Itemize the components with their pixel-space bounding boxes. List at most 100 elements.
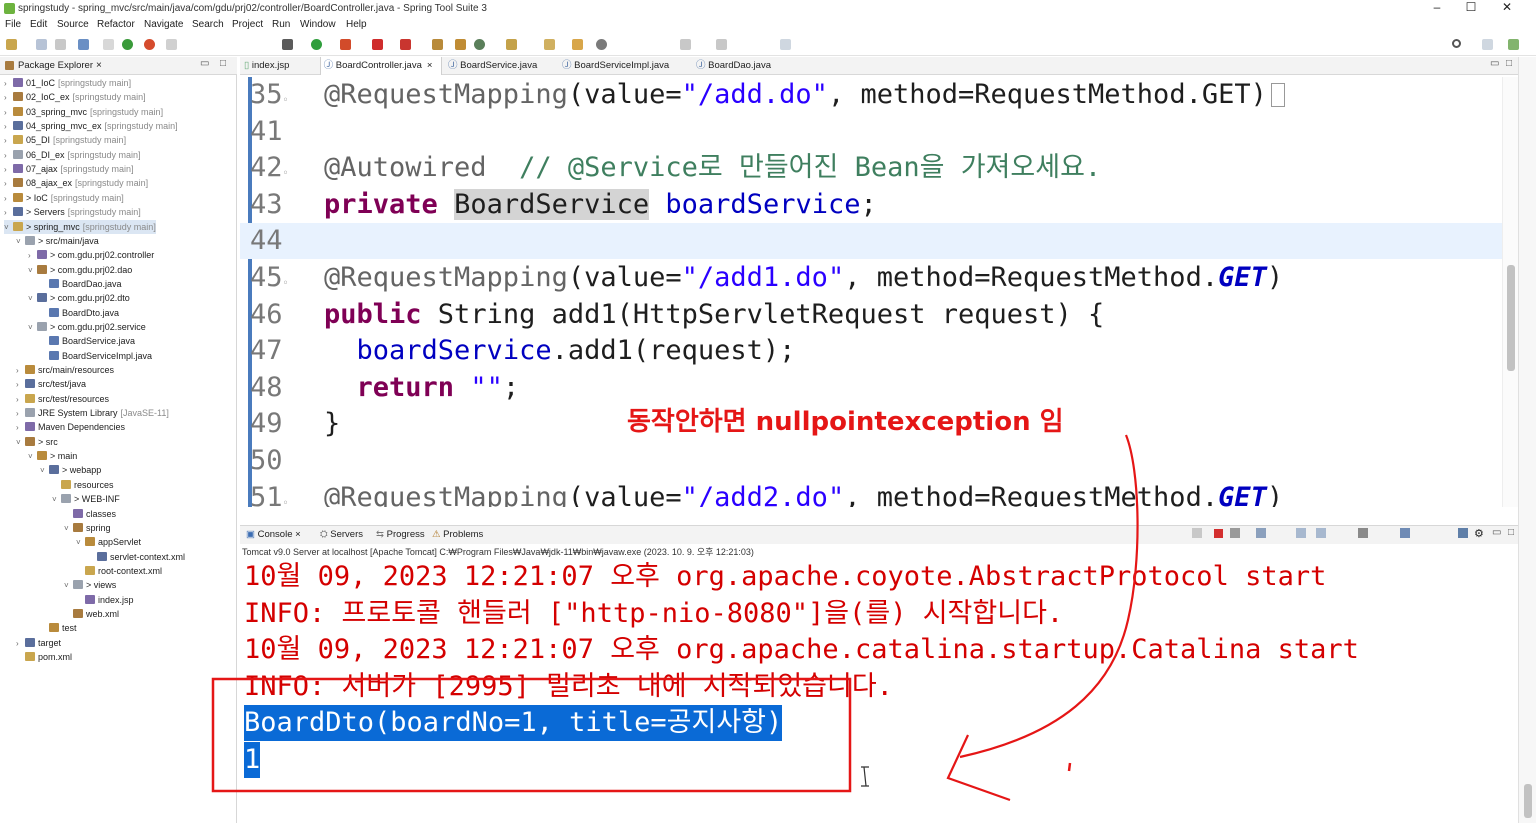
chevron-down-icon[interactable]: ˅ xyxy=(76,536,85,550)
folded-code-marker[interactable] xyxy=(1270,83,1285,107)
tree-item[interactable]: › 06_DI_ex [springstudy main] xyxy=(4,148,141,162)
tree-item[interactable]: › src/test/java xyxy=(16,377,86,391)
scrollbar-thumb[interactable] xyxy=(1524,784,1532,818)
tab-board-service[interactable]: Ⓙ BoardService.java xyxy=(448,57,552,75)
spring-perspective-icon[interactable] xyxy=(1508,39,1519,50)
fold-toggle-icon[interactable]: ◦ xyxy=(283,168,289,179)
globe-icon[interactable] xyxy=(596,39,607,50)
tree-item[interactable]: › > com.gdu.prj02.controller xyxy=(28,248,154,262)
code-line[interactable]: 47 boardService.add1(request); xyxy=(240,333,1518,369)
new-class-icon[interactable] xyxy=(432,39,443,50)
debug-icon[interactable] xyxy=(122,39,133,50)
maximize-button[interactable]: ☐ xyxy=(1452,0,1490,17)
scroll-lock-icon[interactable] xyxy=(1296,528,1306,538)
chevron-right-icon[interactable]: › xyxy=(16,407,25,421)
tree-item[interactable]: › src/test/resources xyxy=(16,392,109,406)
tree-item[interactable]: ˅ > webapp xyxy=(40,463,101,477)
close-icon[interactable]: × xyxy=(96,60,102,71)
tree-item[interactable]: ˅ appServlet xyxy=(76,535,141,549)
chevron-right-icon[interactable]: › xyxy=(16,637,25,651)
tree-item[interactable]: ˅ > src/main/java xyxy=(16,234,99,248)
console-tab[interactable]: ▣ Console × xyxy=(246,529,301,540)
fold-toggle-icon[interactable]: ◦ xyxy=(283,95,289,106)
tree-item[interactable]: BoardService.java xyxy=(40,334,135,348)
tree-item[interactable]: ˅ spring xyxy=(64,521,111,535)
chevron-down-icon[interactable]: ˅ xyxy=(52,493,61,507)
code-line[interactable]: 35◦ @RequestMapping(value="/add.do", meth… xyxy=(240,77,1518,113)
tab-board-service-impl[interactable]: Ⓙ BoardServiceImpl.java xyxy=(562,57,682,75)
chevron-down-icon[interactable]: ˅ xyxy=(16,235,25,249)
chevron-right-icon[interactable]: › xyxy=(4,134,13,148)
tree-item[interactable]: ˅ > com.gdu.prj02.dao xyxy=(28,263,132,277)
maximize-view-icon[interactable]: □ xyxy=(1508,527,1514,538)
chevron-right-icon[interactable]: › xyxy=(28,249,37,263)
external-tools-icon[interactable] xyxy=(340,39,351,50)
chevron-right-icon[interactable]: › xyxy=(4,77,13,91)
new-package-icon[interactable] xyxy=(455,39,466,50)
fold-toggle-icon[interactable]: ◦ xyxy=(283,498,289,507)
chevron-right-icon[interactable]: › xyxy=(4,91,13,105)
gear-icon[interactable]: ⚙ xyxy=(1474,527,1484,540)
search-tool-icon[interactable] xyxy=(572,39,583,50)
maximize-view-icon[interactable]: □ xyxy=(1506,58,1512,69)
problems-tab[interactable]: ⚠ Problems xyxy=(432,529,483,540)
minimize-button[interactable]: – xyxy=(1418,0,1456,17)
word-wrap-icon[interactable] xyxy=(1316,528,1326,538)
clear-console-icon[interactable] xyxy=(1256,528,1266,538)
chevron-down-icon[interactable]: ˅ xyxy=(64,579,73,593)
code-line[interactable]: 41 xyxy=(240,114,1518,150)
forward-icon[interactable] xyxy=(716,39,727,50)
code-line[interactable]: 46 public String add1(HttpServletRequest … xyxy=(240,297,1518,333)
close-button[interactable]: ✕ xyxy=(1488,0,1526,17)
chevron-down-icon[interactable]: ˅ xyxy=(28,450,37,464)
tree-item[interactable]: › > Servers [springstudy main] xyxy=(4,205,141,219)
chevron-right-icon[interactable]: › xyxy=(4,192,13,206)
tree-item[interactable]: › 05_DI [springstudy main] xyxy=(4,133,126,147)
chevron-down-icon[interactable]: ˅ xyxy=(4,221,13,235)
minimize-view-icon[interactable]: ▭ xyxy=(200,58,209,69)
save-all-icon[interactable] xyxy=(55,39,66,50)
display-console-icon[interactable] xyxy=(1458,528,1468,538)
chevron-right-icon[interactable]: › xyxy=(4,163,13,177)
chevron-right-icon[interactable]: › xyxy=(4,177,13,191)
tree-item[interactable]: › 03_spring_mvc [springstudy main] xyxy=(4,105,163,119)
minimize-view-icon[interactable]: ▭ xyxy=(1492,527,1501,538)
back-icon[interactable] xyxy=(680,39,691,50)
open-type-icon[interactable] xyxy=(474,39,485,50)
menu-search[interactable]: Search xyxy=(192,19,224,30)
code-line[interactable]: 50 xyxy=(240,443,1518,479)
editor-scrollbar[interactable] xyxy=(1502,77,1518,507)
chevron-right-icon[interactable]: › xyxy=(16,421,25,435)
menu-source[interactable]: Source xyxy=(57,19,89,30)
chevron-down-icon[interactable]: ˅ xyxy=(64,522,73,536)
refresh-icon[interactable] xyxy=(144,39,155,50)
progress-tab[interactable]: ⇆ Progress xyxy=(376,529,425,540)
open-perspective-icon[interactable] xyxy=(1482,39,1493,50)
tree-item[interactable]: ˅ > com.gdu.prj02.service xyxy=(28,320,146,334)
chevron-right-icon[interactable]: › xyxy=(4,206,13,220)
chevron-down-icon[interactable]: ˅ xyxy=(28,292,37,306)
menu-help[interactable]: Help xyxy=(346,19,367,30)
tree-item[interactable]: › target xyxy=(16,636,61,650)
maximize-view-icon[interactable]: □ xyxy=(220,58,226,69)
tree-item[interactable]: › src/main/resources xyxy=(16,363,114,377)
chevron-right-icon[interactable]: › xyxy=(4,120,13,134)
tree-item[interactable]: ˅ > src xyxy=(16,435,58,449)
package-explorer-tab[interactable]: Package Explorer × ▭ □ xyxy=(0,57,237,75)
tab-index-jsp[interactable]: ▯ index.jsp xyxy=(244,57,310,75)
tree-item[interactable]: ˅ > WEB-INF xyxy=(52,492,120,506)
menu-file[interactable]: File xyxy=(5,19,21,30)
tree-item[interactable]: test xyxy=(40,621,77,635)
tree-item[interactable]: › 07_ajax [springstudy main] xyxy=(4,162,134,176)
bug-icon[interactable] xyxy=(282,39,293,50)
deploy-icon[interactable] xyxy=(400,39,411,50)
pin-console-icon[interactable] xyxy=(1358,528,1368,538)
chevron-right-icon[interactable]: › xyxy=(16,364,25,378)
tab-board-controller[interactable]: Ⓙ BoardController.java × xyxy=(320,57,442,75)
tree-item[interactable]: classes xyxy=(64,507,116,521)
code-line[interactable]: 43 private BoardService boardService; xyxy=(240,187,1518,223)
tree-item[interactable]: › 08_ajax_ex [springstudy main] xyxy=(4,176,148,190)
code-line[interactable]: 42◦ @Autowired // @Service로 만들어진 Bean을 가져… xyxy=(240,150,1518,186)
menu-run[interactable]: Run xyxy=(272,19,290,30)
chevron-right-icon[interactable]: › xyxy=(4,149,13,163)
